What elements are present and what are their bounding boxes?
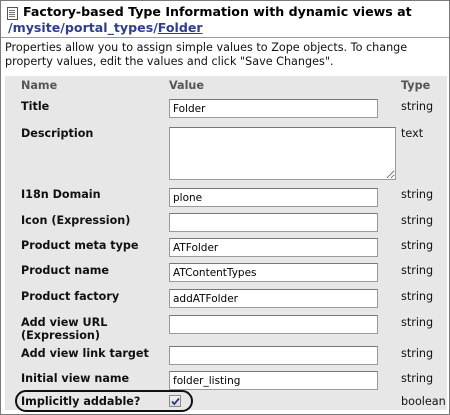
property-label-i18n-domain: I18n Domain (21, 188, 101, 201)
add-view-link-target-input[interactable] (169, 346, 378, 365)
product-meta-type-input[interactable] (169, 238, 378, 257)
property-label-product-name: Product name (21, 264, 110, 277)
page-header: Factory-based Type Information with dyna… (1, 1, 449, 38)
property-type-product-meta-type: string (401, 239, 434, 252)
property-type-icon-expression: string (401, 214, 434, 227)
property-type-description: text (401, 127, 424, 140)
property-type-implicitly-addable: boolean (401, 395, 446, 408)
initial-view-name-input[interactable] (169, 371, 378, 390)
product-factory-input[interactable] (169, 289, 378, 308)
i18n-domain-input[interactable] (169, 188, 378, 207)
page-title: Factory-based Type Information with dyna… (23, 4, 412, 19)
property-label-icon-expression: Icon (Expression) (21, 214, 131, 227)
breadcrumb: /mysite/portal_types/Folder (8, 20, 203, 35)
description-textarea[interactable] (169, 127, 396, 180)
intro-text: Properties allow you to assign simple va… (5, 41, 408, 68)
title-input[interactable] (169, 99, 378, 118)
property-type-initial-view-name: string (401, 372, 434, 385)
column-header-type: Type (401, 79, 431, 92)
breadcrumb-path: /mysite/portal_types/ (8, 20, 158, 35)
property-label-description: Description (21, 127, 94, 140)
property-type-add-view-url: string (401, 316, 434, 329)
property-type-i18n-domain: string (401, 188, 434, 201)
implicitly-addable-checkbox[interactable] (169, 395, 181, 407)
property-label-add-view-link-target: Add view link target (21, 347, 149, 360)
product-name-input[interactable] (169, 263, 378, 282)
property-label-add-view-url: Add view URL (Expression) (21, 316, 108, 342)
breadcrumb-link-folder[interactable]: Folder (158, 20, 203, 35)
property-type-product-name: string (401, 264, 434, 277)
property-type-title: string (401, 100, 434, 113)
property-label-title: Title (21, 100, 50, 113)
column-header-name: Name (21, 79, 58, 92)
properties-window: Factory-based Type Information with dyna… (0, 0, 450, 415)
add-view-url-input[interactable] (169, 315, 378, 334)
checkmark-icon (171, 397, 180, 406)
property-label-product-factory: Product factory (21, 290, 120, 303)
property-label-initial-view-name: Initial view name (21, 372, 130, 385)
document-icon (7, 7, 18, 20)
property-type-add-view-link-target: string (401, 347, 434, 360)
property-type-product-factory: string (401, 290, 434, 303)
icon-expression-input[interactable] (169, 213, 378, 232)
property-label-implicitly-addable: Implicitly addable? (21, 395, 141, 408)
property-label-product-meta-type: Product meta type (21, 239, 139, 252)
column-header-value: Value (169, 79, 204, 92)
